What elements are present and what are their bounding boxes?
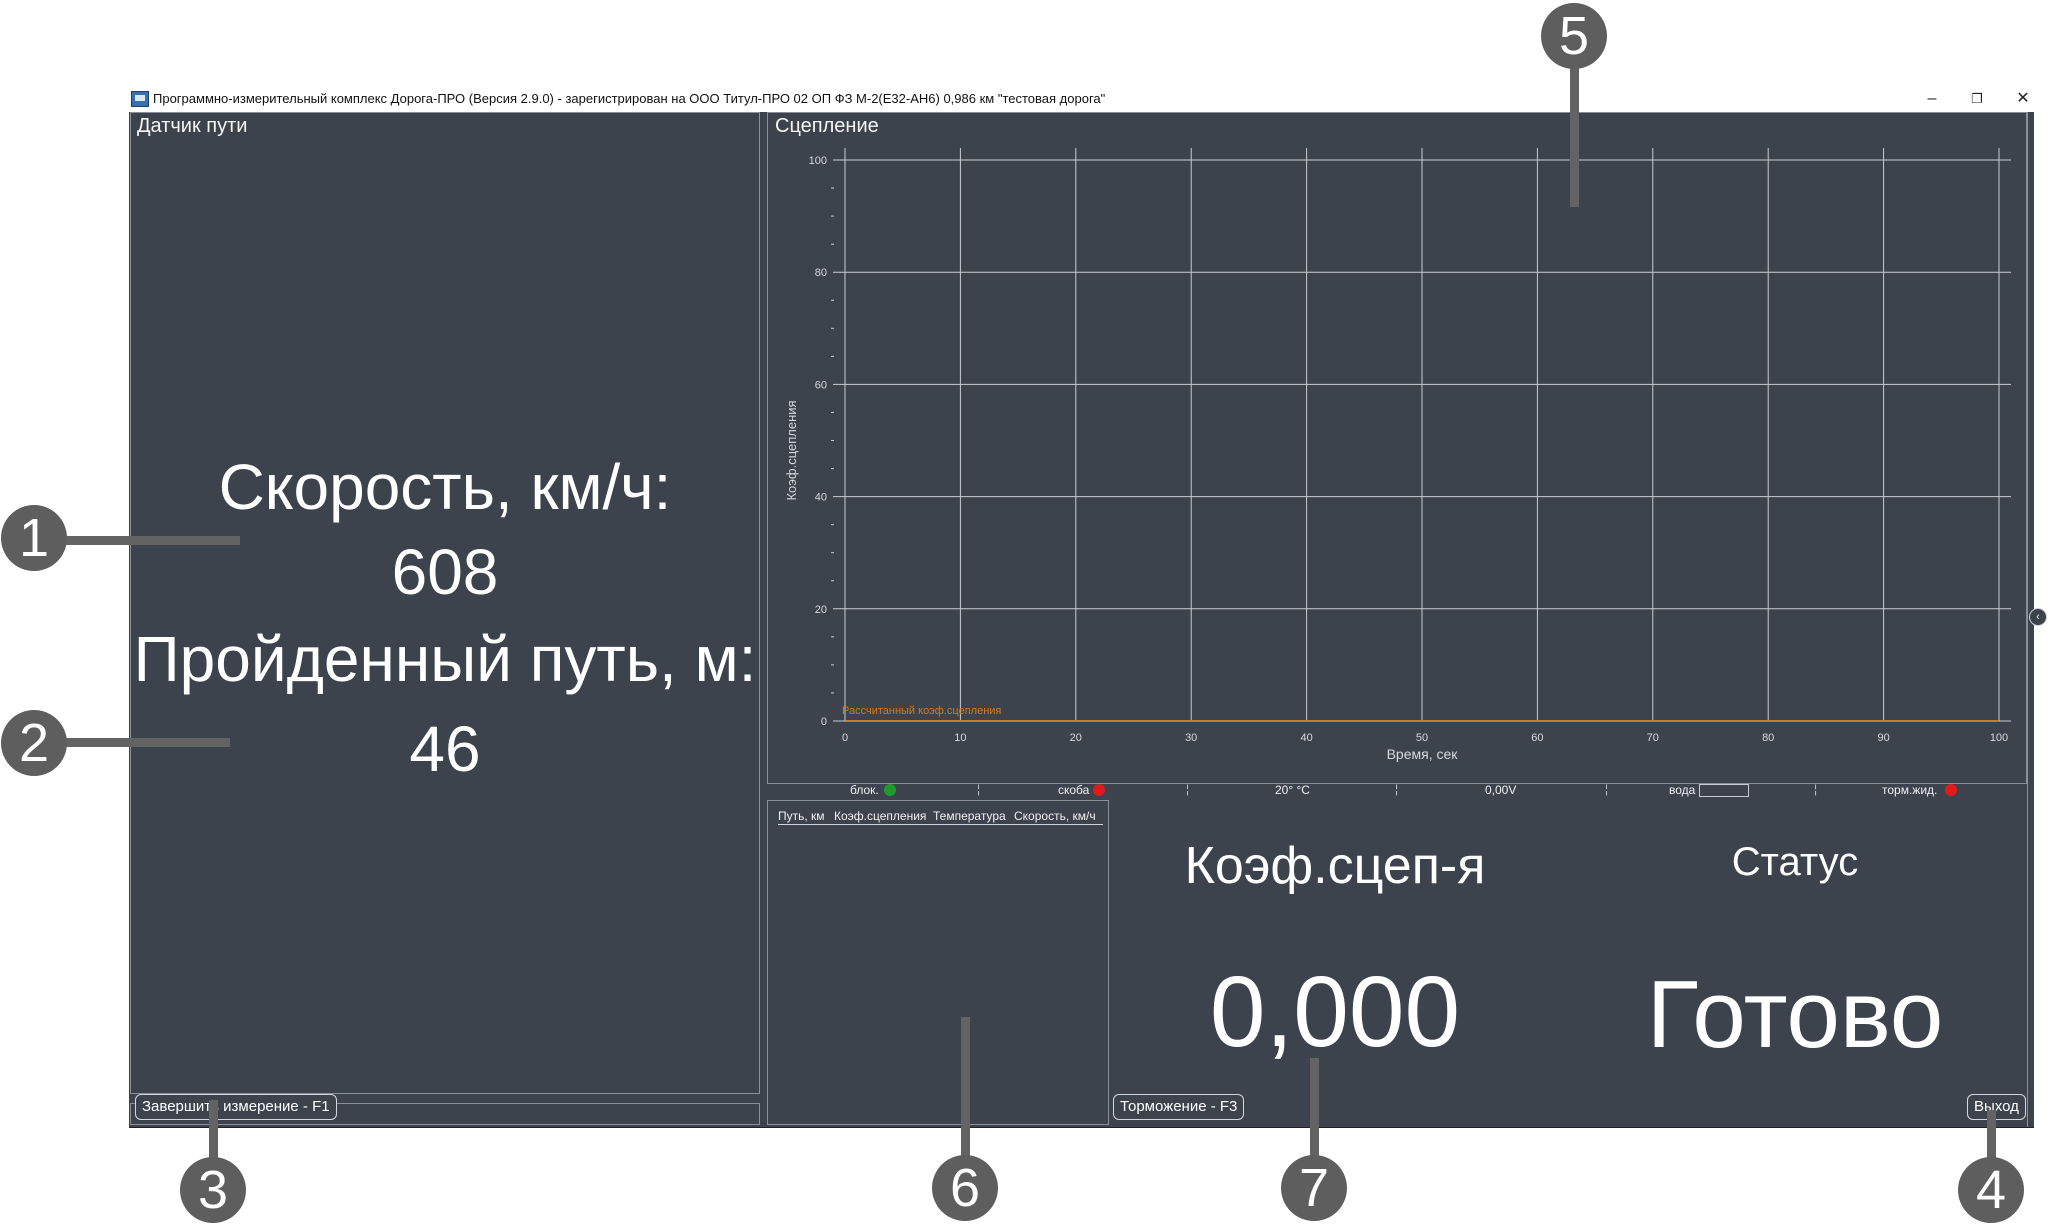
table-header: Путь, км Коэф.сцепления Температура Скор… [778,808,1103,825]
callout-leader [60,536,240,545]
callout-5: 5 [1541,3,1607,69]
grip-coefficient-value: 0,000 [1209,956,1461,1068]
sensor-status-row: блок. ¦ скоба ¦ 20° °C ¦ 0,00V ¦ вода ¦ … [767,782,2027,800]
temperature-readout: 20° °C [1275,783,1310,797]
chart-x-tick-label: 50 [1416,732,1428,744]
chart-x-tick-label: 90 [1877,732,1889,744]
app-icon [131,91,149,107]
speed-value: 608 [391,536,499,608]
callout-2: 2 [1,710,67,776]
status-value: Готово [1646,961,1944,1068]
finish-measurement-button[interactable]: Завершить измерение - F1 [135,1094,337,1120]
chart-x-tick-label: 80 [1762,732,1774,744]
status-separator: ¦ [1814,782,1818,796]
chart-y-tick-label: 80 [815,267,827,279]
maximize-button[interactable]: ❐ [1954,86,2000,112]
column-header[interactable]: Скорость, км/ч [1014,809,1096,823]
water-level-box [1699,784,1749,797]
chart-x-tick-label: 30 [1185,732,1197,744]
status-label: Статус [1731,840,1859,884]
chart-legend-entry: Рассчитанный коэф.сцепления [842,705,1001,717]
callout-4: 4 [1958,1157,2024,1223]
water-indicator-label: вода [1669,783,1696,797]
chart-x-tick-label: 20 [1070,732,1082,744]
callout-leader [1570,60,1579,207]
distance-value: 46 [409,713,481,785]
status-separator: ¦ [1186,782,1190,796]
chart-x-tick-label: 0 [842,732,848,744]
grip-chart: 0 10 20 30 40 50 60 70 80 90 100 0 20 40 60 80 100 Время,… [784,148,2011,762]
voltage-readout: 0,00V [1485,783,1517,797]
title-bar: Программно-измерительный комплекс Дорога… [129,86,2034,112]
status-separator: ¦ [1605,782,1609,796]
callout-leader [60,738,230,747]
callout-leader [961,1017,970,1160]
minimize-button[interactable]: – [1909,86,1955,112]
callout-leader [1987,1110,1996,1160]
clamp-indicator-light [1093,784,1105,796]
chart-y-axis-label: Коэф.сцепления [784,400,799,500]
braking-button[interactable]: Торможение - F3 [1113,1094,1245,1120]
distance-label: Пройденный путь, м: [133,623,757,695]
chart-x-tick-label: 70 [1647,732,1659,744]
chart-x-tick-label: 10 [954,732,966,744]
chart-x-tick-label: 60 [1531,732,1543,744]
path-sensor-title: Датчик пути [137,115,248,137]
chart-x-axis-label: Время, сек [1387,746,1459,762]
block-indicator-label: блок. [850,783,879,797]
callout-7: 7 [1281,1155,1347,1221]
callout-3: 3 [180,1157,246,1223]
chart-x-tick-label: 40 [1300,732,1312,744]
speed-label: Скорость, км/ч: [218,451,672,523]
callout-leader [1310,1058,1319,1160]
block-indicator-light [884,784,896,796]
callout-6: 6 [932,1155,998,1221]
exit-button[interactable]: Выход [1967,1094,2026,1120]
grip-coefficient-label: Коэф.сцеп-я [1184,837,1486,895]
chart-y-tick-label: 40 [815,492,827,504]
callout-leader [209,1100,218,1160]
chart-y-tick-label: 60 [815,379,827,391]
chart-y-tick-label: 0 [821,716,827,728]
close-button[interactable]: ✕ [2000,86,2046,112]
column-header[interactable]: Коэф.сцепления [834,809,926,823]
clamp-indicator-label: скоба [1058,783,1090,797]
brake-fluid-label: торм.жид. [1882,783,1938,797]
measurement-table [767,800,1109,1125]
brake-fluid-light [1945,784,1957,796]
chart-x-tick-label: 100 [1990,732,2008,744]
window-title: Программно-измерительный комплекс Дорога… [153,91,1106,106]
chart-y-tick-label: 100 [809,155,827,167]
column-header[interactable]: Путь, км [778,809,825,823]
chart-y-tick-label: 20 [815,604,827,616]
collapse-panel-button[interactable]: ‹ [2029,608,2047,626]
column-header[interactable]: Температура [933,809,1006,823]
status-separator: ¦ [1395,782,1399,796]
status-separator: ¦ [977,782,981,796]
callout-1: 1 [1,505,67,571]
